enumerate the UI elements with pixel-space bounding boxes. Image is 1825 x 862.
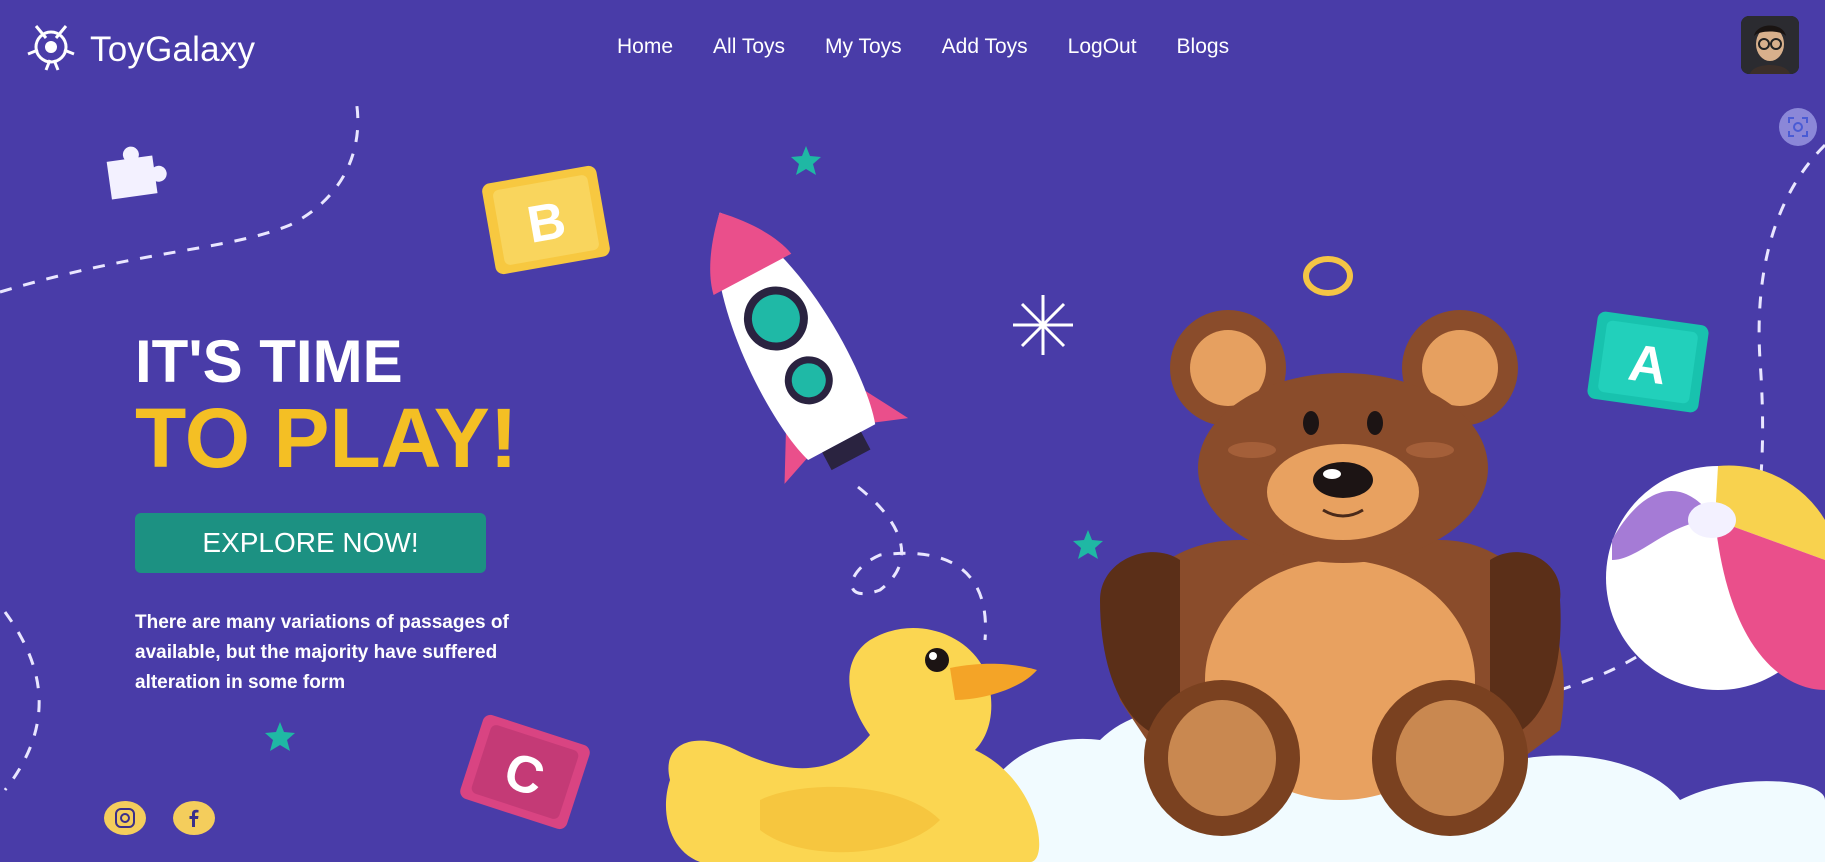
instagram-icon: [115, 808, 135, 828]
hero-description: There are many variations of passages of…: [135, 612, 509, 693]
headline-line-2: TO PLAY!: [135, 391, 518, 485]
svg-text:B: B: [523, 191, 570, 255]
facebook-link[interactable]: [173, 801, 215, 835]
galaxy-logo-icon: [24, 20, 78, 79]
svg-text:A: A: [1625, 334, 1670, 397]
beach-ball: [1606, 465, 1825, 690]
dashed-path-bottom-left: [3, 611, 41, 791]
top-navigation: ToyGalaxy Home All Toys My Toys Add Toys…: [0, 0, 1825, 98]
main-menu: Home All Toys My Toys Add Toys LogOut Bl…: [617, 35, 1229, 59]
block-a: A: [1587, 311, 1709, 413]
dashed-path-right: [1559, 143, 1825, 692]
facebook-icon: [189, 809, 199, 827]
nav-all-toys[interactable]: All Toys: [713, 35, 785, 59]
camera-focus-icon: [1788, 117, 1808, 137]
puzzle-piece-icon: [106, 146, 167, 200]
instagram-link[interactable]: [104, 801, 146, 835]
explore-now-button[interactable]: EXPLORE NOW!: [135, 513, 486, 573]
headline-line-1: IT'S TIME: [135, 328, 403, 395]
nav-logout[interactable]: LogOut: [1068, 35, 1137, 59]
dashed-path-top-left: [0, 94, 360, 294]
cloud: [976, 706, 1825, 862]
svg-text:C: C: [497, 741, 551, 808]
nav-add-toys[interactable]: Add Toys: [942, 35, 1028, 59]
block-c: C: [460, 714, 590, 830]
teddy-bear: [1100, 310, 1564, 836]
nav-home[interactable]: Home: [617, 35, 673, 59]
nav-blogs[interactable]: Blogs: [1177, 35, 1230, 59]
gold-ring: [1303, 256, 1353, 296]
dashed-path-rocket-trail: [850, 485, 988, 641]
nav-my-toys[interactable]: My Toys: [825, 35, 902, 59]
screenshot-capture-button[interactable]: [1779, 108, 1817, 146]
block-b: B: [482, 165, 610, 275]
user-avatar-icon: [1741, 16, 1799, 74]
avatar[interactable]: [1741, 16, 1799, 74]
rubber-duck: [665, 628, 1040, 862]
brand-name: ToyGalaxy: [90, 29, 256, 69]
sparkle-icon: [1013, 295, 1073, 355]
brand-logo[interactable]: ToyGalaxy: [24, 20, 255, 79]
hero-headline: IT'S TIME TO PLAY!: [135, 328, 518, 482]
rocket: [710, 212, 909, 484]
